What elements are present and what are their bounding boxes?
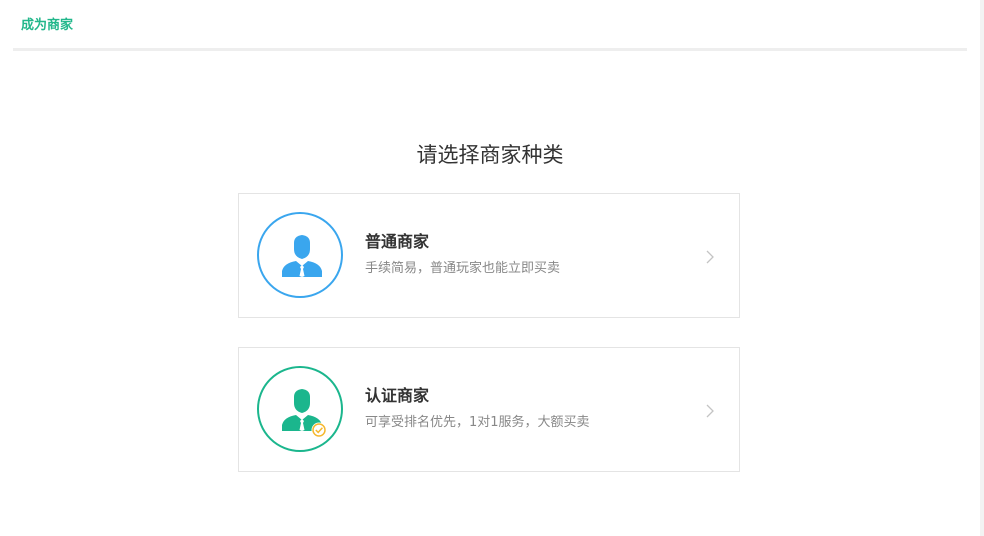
normal-merchant-title: 普通商家 [365, 232, 430, 251]
page-header: 成为商家 [0, 0, 980, 52]
normal-merchant-avatar [257, 212, 343, 298]
scrollbar-track[interactable] [980, 0, 984, 536]
merchant-avatar-icon [282, 235, 322, 277]
verified-merchant-description: 可享受排名优先，1对1服务，大额买卖 [365, 415, 590, 430]
header-divider [13, 48, 967, 51]
verified-merchant-option[interactable]: 认证商家 可享受排名优先，1对1服务，大额买卖 [238, 347, 740, 472]
merchant-type-heading: 请选择商家种类 [416, 143, 564, 167]
verified-merchant-title: 认证商家 [365, 386, 430, 405]
page-title: 成为商家 [21, 18, 74, 33]
chevron-right-icon [706, 250, 714, 264]
verified-merchant-avatar [257, 366, 343, 452]
normal-merchant-description: 手续简易，普通玩家也能立即买卖 [365, 261, 561, 276]
verified-merchant-avatar-icon [282, 389, 327, 438]
normal-merchant-option[interactable]: 普通商家 手续简易，普通玩家也能立即买卖 [238, 193, 740, 318]
chevron-right-icon [706, 404, 714, 418]
